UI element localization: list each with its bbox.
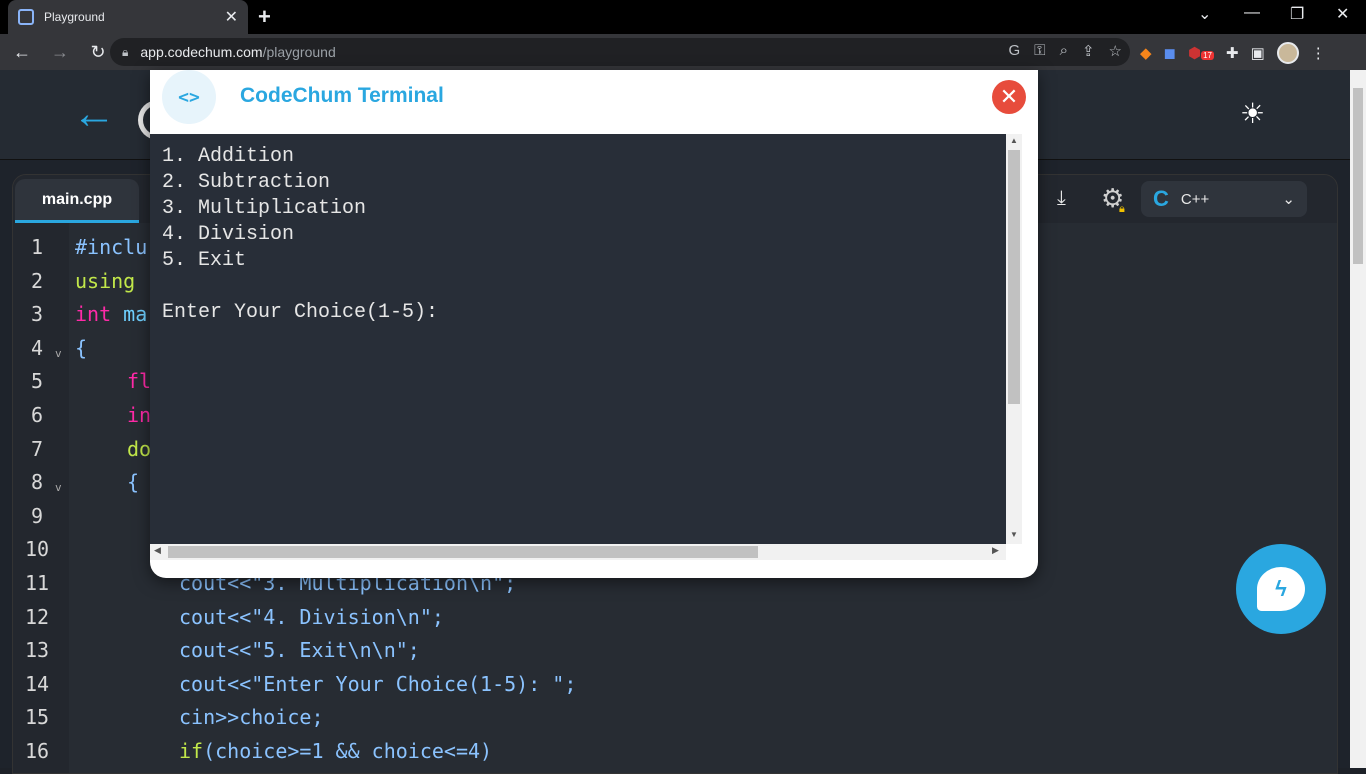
line-number: 16: [24, 739, 50, 763]
line-number: 11: [24, 571, 50, 595]
scroll-left-icon[interactable]: ◀: [154, 545, 161, 556]
metamask-icon[interactable]: ◆: [1140, 44, 1152, 62]
code-line: using: [75, 269, 136, 293]
line-number: 10: [24, 537, 50, 561]
terminal-horizontal-scrollbar[interactable]: ◀ ▶: [150, 544, 1006, 560]
line-gutter: 1 2 3 4 v 5 6 7 8 v 9 10 11 12 13 14 15 …: [13, 223, 69, 773]
code-line: int ma: [75, 302, 148, 326]
browser-toolbar: ← → ↻ 🔒︎ app.codechum.com/playground G ⚿…: [0, 34, 1366, 70]
line-number: 9: [30, 504, 44, 528]
terminal-output[interactable]: 1. Addition 2. Subtraction 3. Multiplica…: [150, 134, 1022, 544]
line-number: 4: [30, 336, 44, 360]
terminal-title: CodeChum Terminal: [240, 84, 444, 107]
browser-tabbar: Playground ✕ + ⌄ — ❐ ✕: [0, 0, 1366, 34]
code-line: #inclu: [75, 235, 148, 259]
tab-search-icon[interactable]: ⌄: [1198, 4, 1211, 24]
terminal-prompt: Enter Your Choice(1-5):: [162, 301, 439, 324]
code-line: in: [127, 403, 152, 427]
new-tab-button[interactable]: +: [258, 4, 271, 30]
messenger-icon: ϟ: [1257, 567, 1305, 611]
google-icon[interactable]: G: [1008, 42, 1020, 60]
url-text: app.codechum.com/playground: [140, 44, 336, 60]
download-icon[interactable]: ⤓: [1057, 187, 1066, 210]
theme-toggle-sun-icon[interactable]: ☀: [1240, 100, 1268, 128]
extensions-puzzle-icon[interactable]: ✚: [1226, 44, 1239, 62]
terminal-line: 1. Addition: [162, 145, 295, 168]
code-line: if(choice>=1 && choice<=4): [179, 739, 493, 763]
tab-title: Playground: [44, 10, 105, 24]
language-label: C++: [1180, 190, 1210, 208]
zoom-icon[interactable]: ⌕: [1060, 42, 1068, 60]
bookmark-star-icon[interactable]: ☆: [1109, 42, 1122, 60]
code-line: cout<<"4. Division\n";: [179, 605, 444, 629]
back-icon[interactable]: ←: [6, 36, 38, 68]
code-line: fl: [127, 369, 152, 393]
code-line: cin>>choice;: [179, 705, 324, 729]
key-icon[interactable]: ⚿: [1034, 42, 1045, 60]
favicon-icon: [18, 9, 34, 25]
lock-icon[interactable]: 🔒︎: [122, 45, 128, 60]
bitwarden-icon[interactable]: ◼: [1164, 44, 1176, 62]
fold-chevron-icon[interactable]: v: [55, 347, 62, 360]
chevron-down-icon: ⌄: [1282, 191, 1295, 208]
code-line: do: [127, 437, 152, 461]
line-number: 3: [30, 302, 44, 326]
sidepanel-icon[interactable]: ▣: [1251, 44, 1265, 62]
language-select[interactable]: C C++ ⌄: [1141, 181, 1307, 217]
line-number: 15: [24, 705, 50, 729]
terminal-line: 5. Exit: [162, 249, 247, 272]
terminal-vertical-scrollbar[interactable]: ▲ ▼: [1006, 134, 1022, 544]
line-number: 2: [30, 269, 44, 293]
profile-avatar[interactable]: [1276, 42, 1299, 64]
code-line: cout<<"5. Exit\n\n";: [179, 638, 420, 662]
terminal-line: 3. Multiplication: [162, 197, 367, 220]
scroll-right-icon[interactable]: ▶: [992, 545, 999, 556]
cpp-logo-icon: C: [1153, 186, 1169, 211]
menu-kebab-icon[interactable]: ⋮: [1311, 44, 1326, 62]
line-number: 12: [24, 605, 50, 629]
browser-tab[interactable]: Playground ✕: [8, 0, 248, 34]
line-number: 6: [30, 403, 44, 427]
code-line: cout<<"Enter Your Choice(1-5): ";: [179, 672, 577, 696]
line-number: 5: [30, 369, 44, 393]
minimize-icon[interactable]: —: [1244, 4, 1260, 22]
window-close-icon[interactable]: ✕: [1336, 4, 1349, 24]
scroll-up-icon[interactable]: ▲: [1010, 136, 1018, 145]
line-number: 7: [30, 437, 44, 461]
file-tab-main[interactable]: main.cpp: [15, 179, 139, 223]
code-brackets-icon: <>: [162, 70, 216, 124]
terminal-modal: <> CodeChum Terminal ✕ 1. Addition 2. Su…: [150, 70, 1038, 578]
terminal-hscroll-thumb[interactable]: [168, 546, 758, 558]
fold-chevron-icon[interactable]: v: [55, 481, 62, 494]
line-number: 13: [24, 638, 50, 662]
address-bar[interactable]: 🔒︎ app.codechum.com/playground G ⚿ ⌕ ⇪ ☆: [110, 38, 1130, 66]
lock-badge-icon: 🔒︎: [1119, 203, 1125, 215]
scroll-down-icon[interactable]: ▼: [1010, 530, 1018, 539]
line-number: 1: [30, 235, 44, 259]
terminal-vscroll-thumb[interactable]: [1008, 150, 1020, 404]
terminal-line: 4. Division: [162, 223, 295, 246]
close-icon[interactable]: ✕: [992, 80, 1026, 114]
forward-icon[interactable]: →: [44, 36, 76, 68]
tab-close-icon[interactable]: ✕: [225, 7, 238, 27]
share-icon[interactable]: ⇪: [1082, 42, 1095, 60]
page-scrollbar-thumb[interactable]: [1353, 88, 1363, 264]
page-scrollbar[interactable]: [1350, 70, 1366, 768]
line-number: 8: [30, 470, 44, 494]
code-line: {: [75, 336, 88, 360]
ublock-icon[interactable]: ⬢ 17: [1188, 44, 1215, 62]
code-line: {: [127, 470, 140, 494]
terminal-line: 2. Subtraction: [162, 171, 331, 194]
messenger-chat-button[interactable]: ϟ: [1236, 544, 1326, 634]
restore-icon[interactable]: ❐: [1290, 4, 1304, 24]
back-arrow-icon[interactable]: ←: [72, 92, 116, 136]
line-number: 14: [24, 672, 50, 696]
